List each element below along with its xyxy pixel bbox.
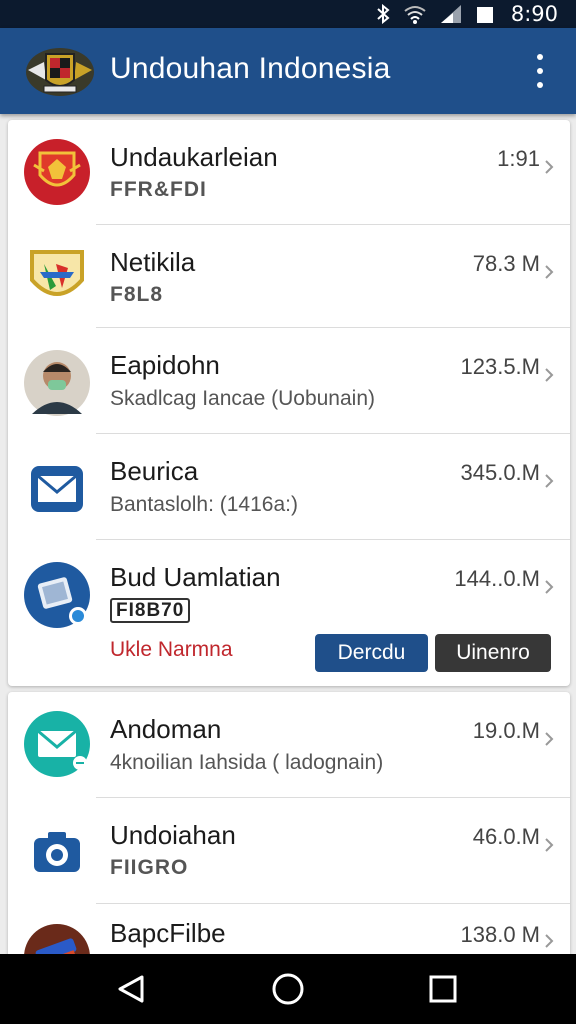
list-item[interactable]: Eapidohn Skadlcag Iancae (Uobunain) 123.… [8, 328, 570, 433]
battery-icon [475, 4, 495, 24]
status-badge: F8L8 [110, 283, 164, 306]
navigation-bar [0, 954, 576, 1024]
back-icon[interactable] [112, 971, 148, 1007]
app-title: Undouhan Indonesia [110, 52, 391, 85]
list-item[interactable]: Beurica Bantaslolh: (1416a:) 345.0.M [8, 434, 570, 539]
item-name: Undoiahan [110, 820, 236, 850]
home-icon[interactable] [270, 971, 306, 1007]
status-badge: FI8B70 [110, 598, 191, 623]
chevron-right-icon [545, 838, 554, 852]
recents-icon[interactable] [425, 971, 461, 1007]
garuda-emblem-icon [24, 40, 96, 100]
list-item[interactable]: Andoman 4knoilian Iahsida ( ladognain) 1… [8, 692, 570, 797]
item-size: 46.0.M [472, 824, 540, 849]
list-item[interactable]: Netikila F8L8 78.3 M [8, 225, 570, 328]
chevron-right-icon [545, 580, 554, 594]
signal-icon [439, 4, 463, 24]
status-badge: FFR&FDI [110, 178, 207, 201]
item-size: 1:91 [497, 146, 540, 171]
item-size: 78.3 M [472, 251, 540, 276]
item-subtitle: 4knoilian Iahsida ( ladognain) [110, 751, 384, 774]
camera-icon [22, 818, 92, 888]
chevron-right-icon [545, 265, 554, 279]
bluetooth-icon [375, 4, 391, 24]
downloads-card-2: Andoman 4knoilian Iahsida ( ladognain) 1… [8, 692, 570, 962]
chevron-right-icon [545, 934, 554, 948]
item-name: Andoman [110, 714, 222, 744]
status-bar: 8:90 [0, 0, 576, 28]
app-bar: Undouhan Indonesia [0, 28, 576, 114]
item-name: Beurica [110, 456, 199, 486]
overflow-menu-icon[interactable] [530, 54, 550, 88]
person-avatar-icon [22, 348, 92, 418]
uninstall-button[interactable]: Uinenro [435, 634, 551, 672]
details-button[interactable]: Dercdu [315, 634, 428, 672]
item-size: 138.0 M [460, 922, 541, 947]
item-subtitle: Bantaslolh: (1416a:) [110, 493, 298, 516]
item-name: Undaukarleian [110, 142, 278, 172]
chevron-right-icon [545, 160, 554, 174]
downloads-card: Undaukarleian FFR&FDI 1:91 Netikila F8L8… [8, 120, 570, 686]
chevron-right-icon [545, 368, 554, 382]
item-size: 144..0.M [454, 566, 540, 591]
item-size: 123.5.M [460, 354, 541, 379]
chevron-right-icon [545, 474, 554, 488]
status-time: 8:90 [510, 2, 558, 26]
item-name: Bud Uamlatian [110, 562, 281, 592]
item-size: 345.0.M [460, 460, 541, 485]
wifi-icon [403, 4, 427, 24]
item-size: 19.0.M [472, 718, 540, 743]
item-name: Eapidohn [110, 350, 220, 380]
list-item[interactable]: Undoiahan FIIGRO 46.0.M [8, 798, 570, 903]
item-subtitle: Skadlcag Iancae (Uobunain) [110, 387, 376, 410]
colorful-shield-icon [22, 242, 92, 312]
chevron-right-icon [545, 732, 554, 746]
teal-mail-icon [22, 709, 92, 779]
item-name: BapcFilbe [110, 918, 226, 948]
mail-icon [22, 454, 92, 524]
list-item[interactable]: Undaukarleian FFR&FDI 1:91 [8, 120, 570, 224]
garuda-shield-icon [22, 137, 92, 207]
item-name: Netikila [110, 247, 196, 277]
phone-app-icon [22, 560, 92, 630]
item-subtitle: Ukle Narmna [110, 638, 233, 661]
status-badge: FIIGRO [110, 856, 189, 879]
